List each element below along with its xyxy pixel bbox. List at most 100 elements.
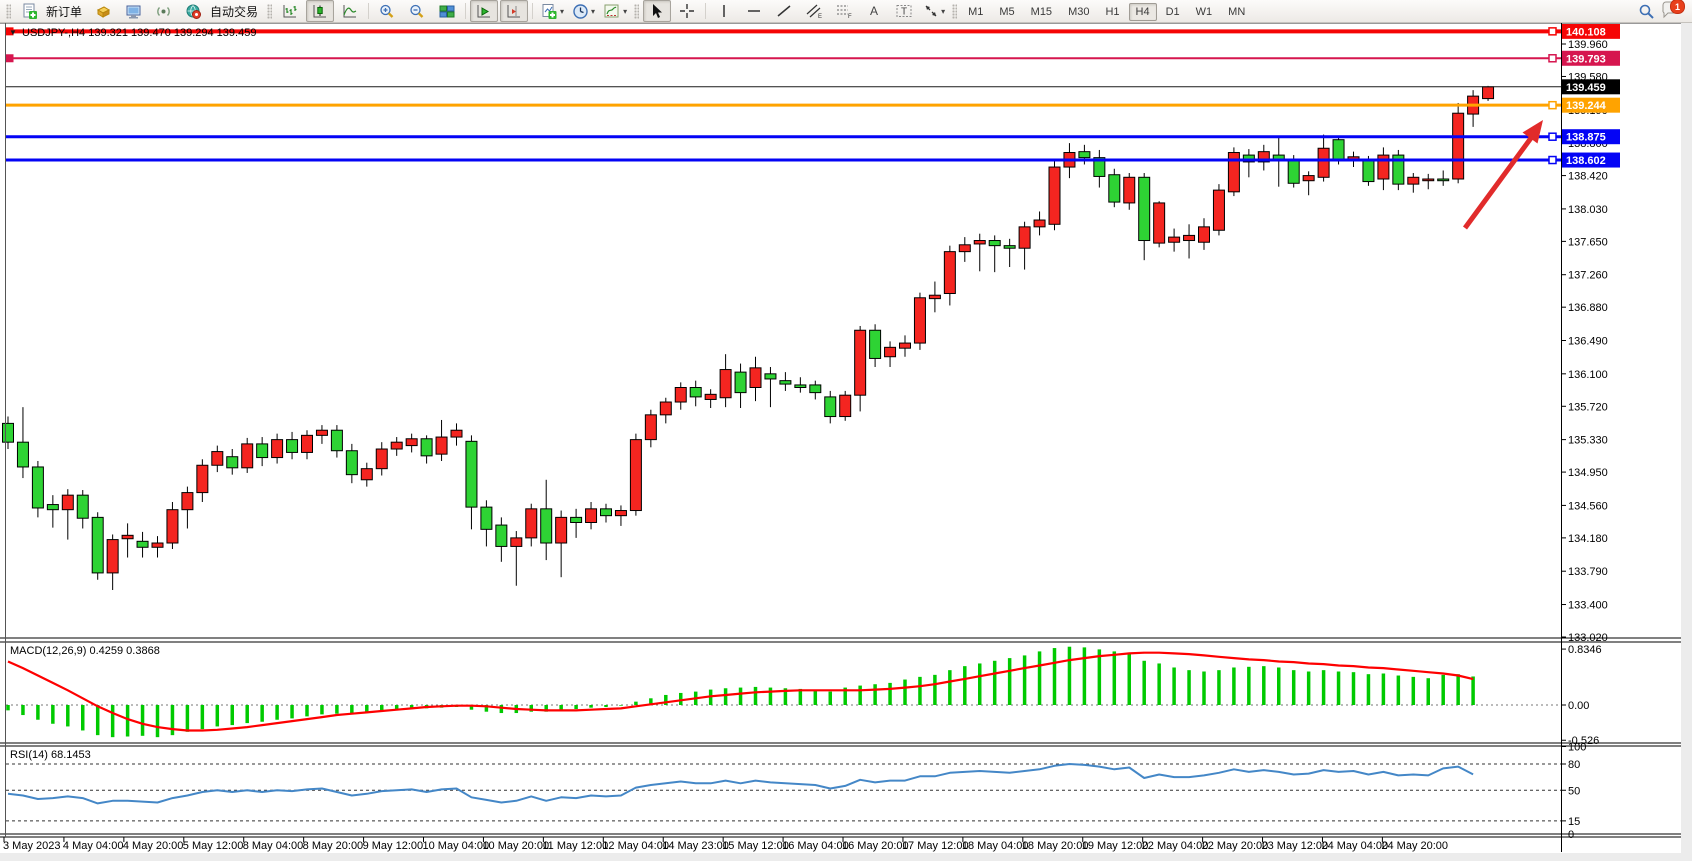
- signal-icon: [155, 3, 172, 20]
- candlestick-chart-icon: [311, 3, 329, 20]
- chart-title: USDJPY-,H4 139.321 139.470 139.294 139.4…: [22, 27, 256, 39]
- autotrading-button[interactable]: [179, 0, 207, 22]
- indicators-button[interactable]: ▾: [600, 0, 630, 22]
- bar-chart-button[interactable]: [276, 0, 304, 22]
- signals-button[interactable]: [149, 0, 177, 22]
- bottom-edge: [0, 853, 1692, 861]
- chart-shift-button[interactable]: [500, 0, 528, 22]
- label-tool[interactable]: T: [890, 0, 918, 22]
- time-tick-label: 11 May 12:00: [542, 840, 608, 852]
- candle: [1184, 235, 1195, 240]
- toolbar-grip[interactable]: [6, 4, 11, 19]
- candle: [900, 343, 911, 348]
- candle: [287, 440, 298, 453]
- time-tick-label: 19 May 12:00: [1082, 840, 1149, 852]
- line-handle[interactable]: [6, 55, 13, 62]
- zoom-out-icon: [408, 3, 426, 20]
- new-order-label[interactable]: 新订单: [46, 3, 82, 20]
- text-icon: A: [867, 3, 881, 19]
- zoom-out-button[interactable]: [403, 0, 431, 22]
- cursor-button[interactable]: [643, 0, 671, 22]
- line-handle[interactable]: [1549, 157, 1556, 164]
- timeframe-M1[interactable]: M1: [961, 3, 990, 21]
- candle: [481, 507, 492, 529]
- candle: [735, 372, 746, 393]
- price-tick-label: 135.330: [1568, 435, 1608, 447]
- text-tool[interactable]: A: [860, 0, 888, 22]
- time-tick-label: 23 May 12:00: [1262, 840, 1329, 852]
- rsi-tick-label: 80: [1568, 759, 1580, 771]
- candle: [720, 370, 731, 398]
- candle: [855, 330, 866, 395]
- svg-text:T: T: [901, 7, 907, 18]
- price-tick-label: 134.180: [1568, 533, 1608, 545]
- zoom-in-button[interactable]: [373, 0, 401, 22]
- vertical-line-tool[interactable]: [710, 0, 738, 22]
- symbol-caret-icon[interactable]: ▼: [9, 28, 17, 37]
- line-handle[interactable]: [1549, 133, 1556, 140]
- rsi-tick-label: 50: [1568, 785, 1580, 797]
- new-chart-button[interactable]: ▾: [537, 0, 567, 22]
- candle: [122, 535, 133, 538]
- price-tick-label: 138.420: [1568, 171, 1608, 183]
- candle: [1288, 160, 1299, 183]
- terminal-button[interactable]: [119, 0, 147, 22]
- candle: [511, 538, 522, 547]
- rsi-indicator-label: RSI(14) 68.1453: [10, 749, 91, 761]
- candle: [571, 517, 582, 522]
- candle: [62, 495, 73, 510]
- toolbar-grip[interactable]: [952, 4, 957, 19]
- notifications-button[interactable]: 1: [1661, 1, 1681, 21]
- text-label-icon: T: [895, 3, 913, 19]
- price-tick-label: 139.960: [1568, 39, 1608, 51]
- auto-scroll-button[interactable]: [470, 0, 498, 22]
- timeframe-MN[interactable]: MN: [1221, 3, 1252, 21]
- trendline-tool[interactable]: [770, 0, 798, 22]
- fibonacci-tool[interactable]: F: [830, 0, 858, 22]
- candle: [242, 444, 253, 468]
- timeframe-D1[interactable]: D1: [1159, 3, 1187, 21]
- arrows-tool[interactable]: ▾: [920, 0, 948, 22]
- time-tick-label: 5 May 12:00: [183, 840, 244, 852]
- candle: [197, 465, 208, 492]
- line-chart-button[interactable]: [336, 0, 364, 22]
- candlestick-chart-button[interactable]: [306, 0, 334, 22]
- line-handle[interactable]: [1549, 55, 1556, 62]
- candle: [92, 517, 103, 573]
- tile-windows-button[interactable]: [433, 0, 461, 22]
- gold-box-button[interactable]: [89, 0, 117, 22]
- timeframe-M15[interactable]: M15: [1024, 3, 1059, 21]
- window-edge: [1681, 23, 1692, 861]
- bar-chart-icon: [281, 3, 299, 20]
- timeframe-M5[interactable]: M5: [992, 3, 1021, 21]
- candle: [316, 430, 327, 435]
- horizontal-line-tool[interactable]: [740, 0, 768, 22]
- equidistant-channel-tool[interactable]: E: [800, 0, 828, 22]
- timeframe-H1[interactable]: H1: [1098, 3, 1126, 21]
- price-tick-label: 135.720: [1568, 401, 1608, 413]
- candle: [601, 509, 612, 516]
- time-tick-label: 8 May 04:00: [243, 840, 304, 852]
- line-handle[interactable]: [1549, 102, 1556, 109]
- toolbar-grip[interactable]: [267, 4, 272, 19]
- search-icon[interactable]: [1638, 3, 1655, 20]
- timeframe-M30[interactable]: M30: [1061, 3, 1096, 21]
- crosshair-icon: [679, 3, 695, 19]
- candle: [1228, 153, 1239, 192]
- line-handle[interactable]: [1549, 28, 1556, 35]
- price-badge-label: 139.244: [1566, 100, 1607, 112]
- crosshair-button[interactable]: [673, 0, 701, 22]
- candle: [1363, 160, 1374, 181]
- chart-canvas[interactable]: 139.960139.580139.190138.800138.420138.0…: [0, 0, 1692, 861]
- autotrading-label[interactable]: 自动交易: [210, 3, 258, 20]
- periods-button[interactable]: ▾: [569, 0, 598, 22]
- candle: [466, 441, 477, 507]
- candle: [302, 435, 313, 452]
- candle: [137, 541, 148, 547]
- time-tick-label: 22 May 20:00: [1202, 840, 1269, 852]
- timeframe-W1[interactable]: W1: [1189, 3, 1220, 21]
- new-order-button[interactable]: [15, 0, 43, 22]
- timeframe-H4[interactable]: H4: [1129, 3, 1157, 21]
- toolbar-grip[interactable]: [634, 4, 639, 19]
- candle: [1318, 148, 1329, 177]
